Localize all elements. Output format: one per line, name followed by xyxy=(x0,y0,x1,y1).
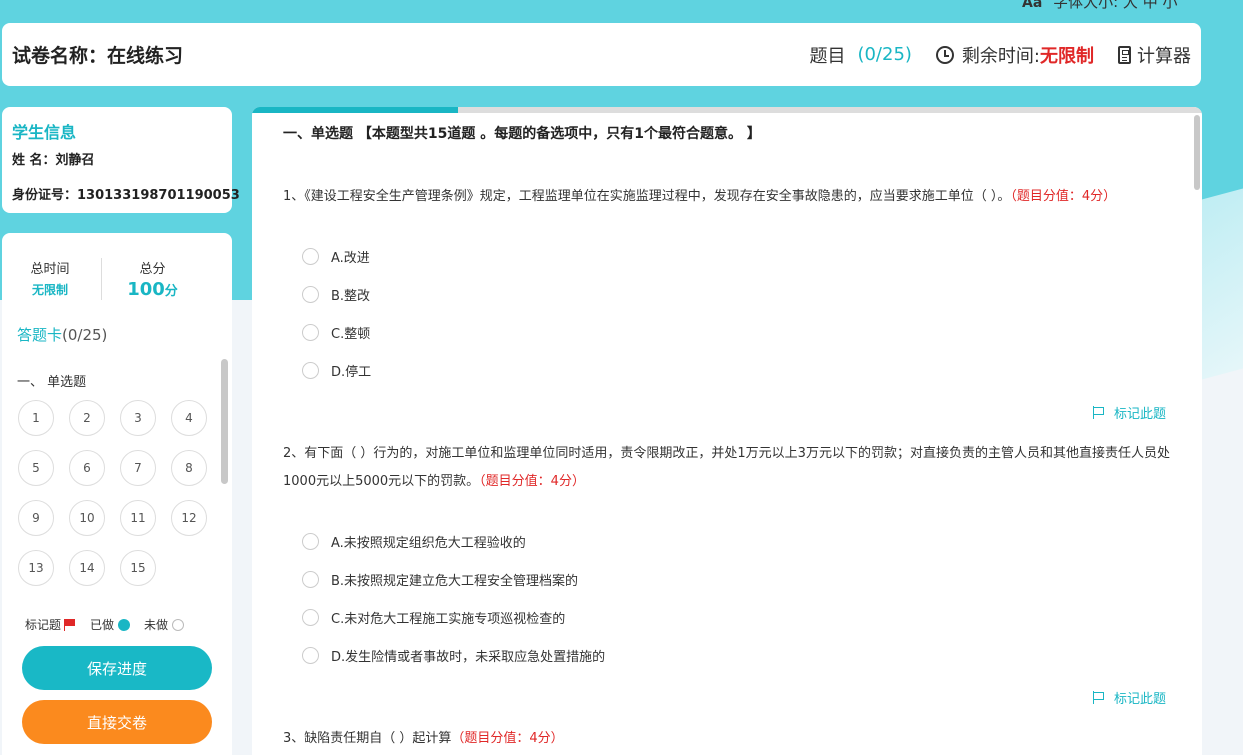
progress-fill xyxy=(252,107,459,113)
save-progress-button[interactable]: 保存进度 xyxy=(22,646,212,690)
legend-todo-label: 未做 xyxy=(144,618,169,632)
paper-title: 试卷名称：在线练习 xyxy=(12,45,184,67)
remaining-time-value: 无限制 xyxy=(1040,45,1094,67)
radio-icon[interactable] xyxy=(302,247,319,265)
done-dot-icon xyxy=(118,618,131,631)
question-1-option-d[interactable]: D.停工 xyxy=(283,351,1178,389)
question-number-2[interactable]: 2 xyxy=(69,400,105,436)
question-number-12[interactable]: 12 xyxy=(171,500,207,536)
question-panel: 一、单选题 【本题型共15道题 。每题的备选项中，只有1个最符合题意。 】 1、… xyxy=(252,107,1202,755)
mark-question-1-button[interactable]: 标记此题 xyxy=(283,403,1178,422)
question-1-text: 1、《建设工程安全生产管理条例》规定，工程监理单位在实施监理过程中，发现存在安全… xyxy=(283,189,1011,204)
question-1-option-a[interactable]: A.改进 xyxy=(283,237,1178,275)
question-number-5[interactable]: 5 xyxy=(18,450,54,486)
question-2-option-b[interactable]: B.未按照规定建立危大工程安全管理档案的 xyxy=(283,560,1178,598)
question-2-option-c[interactable]: C.未对危大工程施工实施专项巡视检查的 xyxy=(283,598,1178,636)
radio-icon[interactable] xyxy=(302,646,319,664)
question-number-7[interactable]: 7 xyxy=(120,450,156,486)
answer-card-scroll: 一、 单选题 1 2 3 4 5 6 7 8 9 10 11 12 13 14 15 xyxy=(2,361,232,593)
answer-card-section: 一、 单选题 xyxy=(17,375,87,390)
flag-icon xyxy=(1092,691,1105,704)
question-number-14[interactable]: 14 xyxy=(69,550,105,586)
remaining-time-label: 剩余时间: xyxy=(961,45,1040,67)
progress-bar xyxy=(252,107,1202,113)
clock-icon xyxy=(935,45,954,64)
question-number-10[interactable]: 10 xyxy=(69,500,105,536)
student-info-card: 学生信息 姓 名：刘静召 身份证号：130133198701190053 xyxy=(2,107,240,213)
answer-card-scrollbar[interactable] xyxy=(221,359,228,484)
calculator-button[interactable]: 计算器 xyxy=(1118,42,1191,68)
question-2-text: 2、有下面（ ）行为的，对施工单位和监理单位同时适用，责令限期改正，并处1万元以… xyxy=(283,446,1170,489)
legend-marked-label: 标记题 xyxy=(25,618,62,632)
font-size-bar: Aa 字体大小: 大 中 小 xyxy=(1022,0,1177,12)
red-flag-icon xyxy=(64,618,76,631)
remaining-time: 剩余时间: 无限制 xyxy=(935,42,1094,68)
question-1-score: （题目分值：4分） xyxy=(1010,189,1117,204)
question-2-score: （题目分值：4分） xyxy=(479,474,585,489)
radio-icon[interactable] xyxy=(302,361,319,379)
question-number-9[interactable]: 9 xyxy=(18,500,54,536)
question-number-4[interactable]: 4 xyxy=(171,400,207,436)
legend: 标记题 已做 未做 xyxy=(25,616,198,633)
total-time: 总时间 无限制 xyxy=(30,262,70,297)
font-size-icon: Aa xyxy=(1022,0,1043,11)
question-counter: (0/25) xyxy=(857,44,912,65)
question-panel-scrollbar[interactable] xyxy=(1194,115,1200,190)
flag-icon xyxy=(1092,406,1105,419)
question-3-text: 3、缺陷责任期自（ ）起计算 xyxy=(283,731,452,746)
todo-dot-icon xyxy=(172,618,185,631)
question-3-score: （题目分值：4分） xyxy=(451,731,564,746)
section-heading: 一、单选题 【本题型共15道题 。每题的备选项中，只有1个最符合题意。 】 xyxy=(283,126,761,142)
answer-card-title: 答题卡(0/25) xyxy=(17,326,108,344)
question-2: 2、有下面（ ）行为的，对施工单位和监理单位同时适用，责令限期改正，并处1万元以… xyxy=(283,440,1178,707)
radio-icon[interactable] xyxy=(302,608,319,626)
question-number-15[interactable]: 15 xyxy=(120,550,156,586)
question-2-option-d[interactable]: D.发生险情或者事故时，未采取应急处置措施的 xyxy=(283,636,1178,674)
radio-icon[interactable] xyxy=(302,570,319,588)
mark-question-2-button[interactable]: 标记此题 xyxy=(283,688,1178,707)
question-label: 题目 xyxy=(809,45,846,67)
question-number-6[interactable]: 6 xyxy=(69,450,105,486)
question-2-option-a[interactable]: A.未按照规定组织危大工程验收的 xyxy=(283,522,1178,560)
legend-done-label: 已做 xyxy=(90,618,115,632)
question-1-option-c[interactable]: C.整顿 xyxy=(283,313,1178,351)
student-info-title: 学生信息 xyxy=(12,123,77,142)
answer-card-panel: 总时间 无限制 总分 100分 答题卡(0/25) 一、 单选题 1234567… xyxy=(2,233,232,755)
font-size-label: 字体大小: xyxy=(1053,0,1119,11)
student-name: 姓 名：刘静召 xyxy=(12,153,95,168)
font-size-options[interactable]: 大 中 小 xyxy=(1123,0,1178,11)
radio-icon[interactable] xyxy=(302,285,319,303)
question-1: 1、《建设工程安全生产管理条例》规定，工程监理单位在实施监理过程中，发现存在安全… xyxy=(283,183,1178,422)
question-number-13[interactable]: 13 xyxy=(18,550,54,586)
total-score: 总分 100分 xyxy=(101,258,181,300)
question-number-11[interactable]: 11 xyxy=(120,500,156,536)
question-3: 3、缺陷责任期自（ ）起计算（题目分值：4分） xyxy=(283,725,1178,753)
question-number-8[interactable]: 8 xyxy=(171,450,207,486)
exam-stats: 总时间 无限制 总分 100分 xyxy=(2,258,232,300)
question-number-grid: 1 2 3 4 5 6 7 8 9 10 11 12 13 14 15 xyxy=(18,400,232,586)
radio-icon[interactable] xyxy=(302,532,319,550)
radio-icon[interactable] xyxy=(302,323,319,341)
question-1-option-b[interactable]: B.整改 xyxy=(283,275,1178,313)
calculator-label: 计算器 xyxy=(1137,45,1191,67)
submit-exam-button[interactable]: 直接交卷 xyxy=(22,700,212,744)
student-id: 身份证号：130133198701190053 xyxy=(12,188,240,203)
calculator-icon xyxy=(1118,45,1131,64)
question-number-1[interactable]: 1 xyxy=(18,400,54,436)
question-number-3[interactable]: 3 xyxy=(120,400,156,436)
header-bar: 试卷名称：在线练习 题目 (0/25) 剩余时间: 无限制 计算器 xyxy=(2,23,1201,86)
